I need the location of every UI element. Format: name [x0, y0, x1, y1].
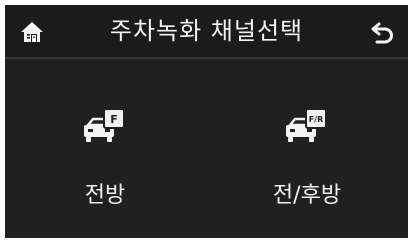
front-rear-channel-option[interactable]: F/R 전/후방: [207, 59, 407, 238]
front-channel-option[interactable]: F 전방: [5, 59, 205, 238]
header-bar: 주차녹화 채널선택: [5, 5, 408, 59]
front-badge-text: F: [110, 113, 118, 126]
car-front-rear-camera-icon: F/R: [286, 109, 327, 142]
front-rear-channel-label: 전/후방: [272, 183, 342, 208]
home-icon: [21, 22, 43, 42]
front-channel-label: 전방: [84, 183, 126, 208]
back-button[interactable]: [366, 15, 400, 49]
parking-recording-channel-screen: 주차녹화 채널선택 F 전방 F/R 전/후방: [5, 5, 408, 238]
channel-options: F 전방 F/R 전/후방: [5, 59, 408, 238]
page-title: 주차녹화 채널선택: [109, 17, 304, 45]
car-front-camera-icon: F: [84, 109, 125, 142]
front-rear-badge-text: F/R: [309, 115, 324, 124]
back-arrow-icon: [371, 22, 393, 44]
home-button[interactable]: [15, 15, 49, 49]
